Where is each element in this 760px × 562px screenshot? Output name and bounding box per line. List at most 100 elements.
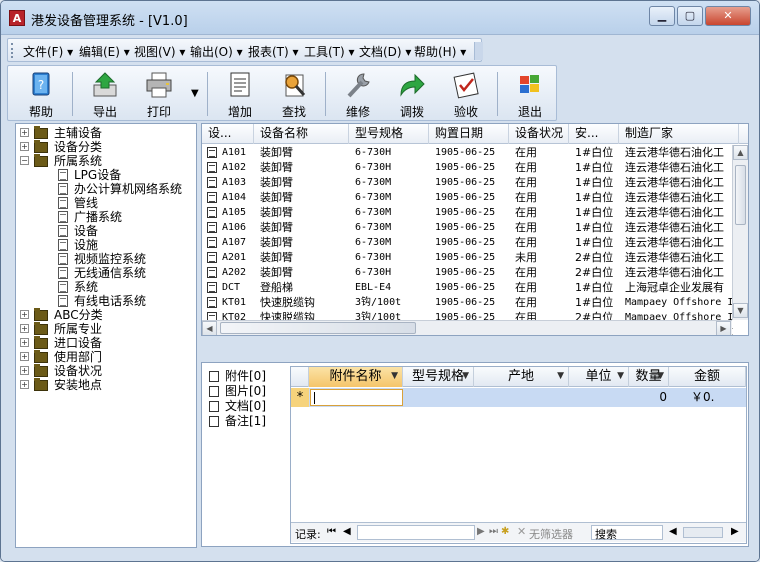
- column-filter-arrow-icon[interactable]: ▼: [391, 367, 398, 386]
- tree-node[interactable]: + 设备分类: [16, 140, 196, 154]
- tree-node[interactable]: − 所属系统: [16, 154, 196, 168]
- list-row[interactable]: A106 装卸臂 6-730M 1905-06-25 在用 1#白位 连云港华德石油化工: [202, 220, 732, 235]
- expand-toggle-icon[interactable]: +: [20, 310, 29, 319]
- menu-report[interactable]: 报表(T) ▾: [248, 43, 299, 60]
- tree-node[interactable]: 设备: [16, 224, 196, 238]
- scroll-up-arrow-icon[interactable]: ▲: [733, 145, 748, 160]
- expand-toggle-icon[interactable]: +: [20, 338, 29, 347]
- list-horizontal-scrollbar[interactable]: ◀ ▶: [202, 320, 732, 335]
- export-button[interactable]: 导出: [78, 68, 132, 120]
- tree-node[interactable]: 设施: [16, 238, 196, 252]
- grid-scroll-right-arrow-icon[interactable]: ▶: [731, 526, 739, 537]
- scroll-left-arrow-icon[interactable]: ◀: [202, 321, 217, 335]
- tree-node[interactable]: 无线通信系统: [16, 266, 196, 280]
- scroll-thumb[interactable]: [735, 165, 746, 225]
- accept-button[interactable]: 验收: [439, 68, 493, 120]
- column-filter-arrow-icon[interactable]: ▼: [557, 367, 564, 386]
- list-row[interactable]: A101 装卸臂 6-730H 1905-06-25 在用 1#白位 连云港华德石油化工: [202, 145, 732, 160]
- menu-edit[interactable]: 编辑(E) ▾: [79, 43, 130, 60]
- amount-cell[interactable]: ￥0.: [691, 388, 751, 407]
- expand-toggle-icon[interactable]: +: [20, 128, 29, 137]
- list-row[interactable]: A105 装卸臂 6-730M 1905-06-25 在用 1#白位 连云港华德石油化工: [202, 205, 732, 220]
- menu-view[interactable]: 视图(V) ▾: [134, 43, 185, 60]
- tree-node[interactable]: 办公计算机网络系统: [16, 182, 196, 196]
- new-record-icon[interactable]: ✱: [501, 526, 509, 537]
- expand-toggle-icon[interactable]: +: [20, 142, 29, 151]
- grid-col-model[interactable]: 型号规格 ▼: [403, 367, 474, 387]
- repair-button[interactable]: 维修: [331, 68, 385, 120]
- find-button[interactable]: 查找: [267, 68, 321, 120]
- grid-col-unit[interactable]: 单位 ▼: [569, 367, 629, 387]
- print-dropdown-arrow-icon[interactable]: ▼: [191, 88, 199, 99]
- tree-node[interactable]: 系统: [16, 280, 196, 294]
- menu-overflow-button[interactable]: [474, 42, 483, 60]
- no-filter-button[interactable]: 无筛选器: [529, 526, 573, 542]
- list-column-header[interactable]: 设备状况: [509, 124, 569, 144]
- scroll-thumb-horizontal[interactable]: [220, 322, 416, 334]
- exit-button[interactable]: 退出: [503, 68, 557, 120]
- help-button[interactable]: ? 帮助: [14, 68, 68, 120]
- list-column-header[interactable]: 制造厂家: [619, 124, 739, 144]
- grid-col-origin[interactable]: 产地 ▼: [474, 367, 569, 387]
- last-record-icon[interactable]: ⏭: [489, 526, 498, 537]
- expand-toggle-icon[interactable]: +: [20, 324, 29, 333]
- list-row[interactable]: A104 装卸臂 6-730M 1905-06-25 在用 1#白位 连云港华德石油化工: [202, 190, 732, 205]
- list-row[interactable]: KT01 快速脱缆钩 3钩/100t 1905-06-25 在用 1#白位 Mampaey …: [202, 295, 733, 310]
- attachment-grid[interactable]: 附件名称 ▼ 型号规格 ▼ 产地 ▼ 单位 ▼ 数量 ▼ 金额 * 0 ￥0. 记录: ⏮…: [290, 366, 747, 544]
- menu-help[interactable]: 帮助(H) ▾: [414, 43, 466, 60]
- tree-node[interactable]: 视频监控系统: [16, 252, 196, 266]
- transfer-button[interactable]: 调拨: [385, 68, 439, 120]
- minimize-button[interactable]: ▁: [649, 6, 675, 26]
- search-input[interactable]: 搜索: [591, 525, 663, 541]
- list-row[interactable]: A103 装卸臂 6-730M 1905-06-25 在用 1#白位 连云港华德石油化工: [202, 175, 732, 190]
- scroll-right-arrow-icon[interactable]: ▶: [716, 321, 731, 335]
- next-record-icon[interactable]: ▶: [477, 526, 485, 537]
- equipment-list[interactable]: 设... 设备名称 型号规格 购置日期 设备状况 安... 制造厂家 A101 装卸臂 6-73…: [201, 123, 749, 336]
- record-number-input[interactable]: [357, 525, 475, 540]
- tree-node[interactable]: + 主辅设备: [16, 126, 196, 140]
- quantity-cell[interactable]: 0: [629, 388, 667, 407]
- collapse-toggle-icon[interactable]: −: [20, 156, 29, 165]
- list-row[interactable]: A107 装卸臂 6-730M 1905-06-25 在用 1#白位 连云港华德石油化工: [202, 235, 732, 250]
- grid-new-row[interactable]: * 0 ￥0.: [291, 388, 746, 407]
- tree-node[interactable]: 管线: [16, 196, 196, 210]
- expand-toggle-icon[interactable]: +: [20, 366, 29, 375]
- list-column-header[interactable]: 购置日期: [429, 124, 509, 144]
- column-filter-arrow-icon[interactable]: ▼: [657, 367, 664, 386]
- column-filter-arrow-icon[interactable]: ▼: [617, 367, 624, 386]
- add-button[interactable]: 增加: [213, 68, 267, 120]
- list-column-header[interactable]: 设...: [202, 124, 254, 144]
- grid-col-amount[interactable]: 金额: [669, 367, 746, 387]
- tree-node[interactable]: LPG设备: [16, 168, 196, 182]
- tree-node[interactable]: + ABC分类: [16, 308, 196, 322]
- prev-record-icon[interactable]: ◀: [343, 526, 351, 537]
- tree-node[interactable]: 有线电话系统: [16, 294, 196, 308]
- tree-node[interactable]: + 设备状况: [16, 364, 196, 378]
- maximize-button[interactable]: ▢: [677, 6, 703, 26]
- list-row[interactable]: A201 装卸臂 6-730H 1905-06-25 未用 2#白位 连云港华德石油化工: [202, 250, 732, 265]
- tree-node[interactable]: + 所属专业: [16, 322, 196, 336]
- tree-node[interactable]: + 使用部门: [16, 350, 196, 364]
- grid-scroll-left-arrow-icon[interactable]: ◀: [669, 526, 677, 537]
- list-row[interactable]: DCT 登船梯 EBL-E4 1905-06-25 在用 1#白位 上海冠卓企业发展有: [202, 280, 732, 295]
- menu-grip-handle[interactable]: [11, 43, 14, 58]
- row-selector-header[interactable]: [291, 367, 309, 387]
- tree-node[interactable]: + 进口设备: [16, 336, 196, 350]
- menu-tools[interactable]: 工具(T) ▾: [304, 43, 355, 60]
- grid-col-quantity[interactable]: 数量 ▼: [629, 367, 669, 387]
- expand-toggle-icon[interactable]: +: [20, 380, 29, 389]
- close-button[interactable]: ✕: [705, 6, 751, 26]
- menu-file[interactable]: 文件(F) ▾: [23, 43, 73, 60]
- list-column-header[interactable]: 设备名称: [254, 124, 349, 144]
- no-filter-icon[interactable]: ✕: [517, 525, 526, 538]
- list-column-header[interactable]: 安...: [569, 124, 619, 144]
- list-row[interactable]: A202 装卸臂 6-730H 1905-06-25 在用 2#白位 连云港华德石油化工: [202, 265, 732, 280]
- list-row[interactable]: A102 装卸臂 6-730H 1905-06-25 在用 1#白位 连云港华德石油化工: [202, 160, 732, 175]
- first-record-icon[interactable]: ⏮: [327, 526, 336, 537]
- menu-document[interactable]: 文档(D) ▾: [359, 43, 411, 60]
- grid-horizontal-scrollbar[interactable]: [683, 527, 723, 538]
- category-tree[interactable]: + 主辅设备 + 设备分类 − 所属系统 LPG设备 办公计算机网络系统 管线 广播系统 设备 设施视…: [15, 123, 197, 548]
- print-button[interactable]: 打印: [132, 68, 186, 120]
- menu-output[interactable]: 输出(O) ▾: [190, 43, 243, 60]
- tree-node[interactable]: 广播系统: [16, 210, 196, 224]
